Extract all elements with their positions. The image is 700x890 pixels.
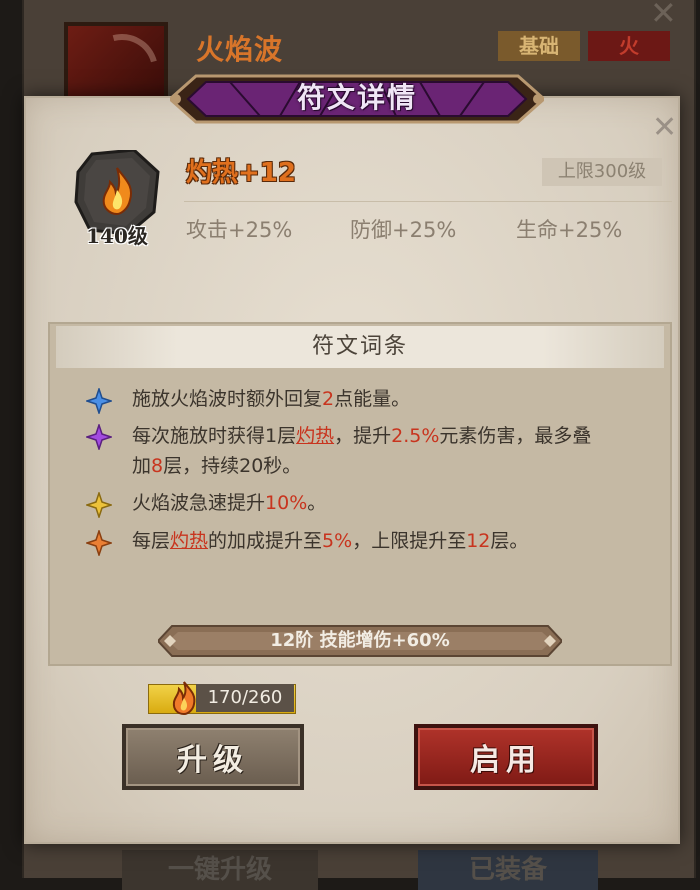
affix-3-value: 10% (265, 492, 308, 514)
affix-4-text-a: 每层 (132, 530, 171, 552)
background-close-icon: ✕ (650, 0, 677, 32)
affix-2-text-d: 加 (132, 455, 152, 477)
affix-4-text-b: 的加成提升至 (208, 530, 323, 552)
background-tag-basic: 基础 (498, 31, 580, 61)
rune-level: 140级 (86, 224, 148, 248)
affix-panel-title: 符文词条 (311, 334, 408, 359)
dialog-title: 符文详情 (296, 81, 417, 114)
affix-2-keyword[interactable]: 灼热 (296, 425, 334, 447)
affix-2-value-b: 8 (151, 455, 164, 477)
orange-star-icon (86, 530, 112, 556)
affix-4-value-b: 12 (466, 530, 491, 552)
affix-1-value: 2 (322, 388, 335, 410)
affix-3-text-b: 。 (307, 492, 327, 514)
affix-1-text-a: 施放火焰波时额外回复 (132, 388, 323, 410)
affix-3-text-a: 火焰波急速提升 (132, 492, 266, 514)
upgrade-button[interactable]: 升级 (122, 724, 304, 790)
background-equipped-button: 已装备 (418, 850, 598, 890)
affix-4-text-d: 层。 (490, 530, 529, 552)
level-cap-badge: 上限300级 (542, 158, 662, 186)
background-skill-name: 火焰波 (196, 33, 284, 66)
affix-2-text-b: ，提升 (334, 425, 392, 447)
affix-line-3: 火焰波急速提升10%。 (132, 488, 652, 518)
stat-attack: 攻击+25% (186, 218, 293, 242)
affix-2-text-c: 元素伤害，最多叠 (439, 425, 592, 447)
rune-name: 灼热+12 (186, 158, 296, 188)
affix-2-value-a: 2.5% (391, 425, 440, 447)
background-skill-icon (64, 22, 168, 102)
stat-life: 生命+25% (516, 218, 623, 242)
yellow-star-icon (86, 492, 112, 518)
background-upgrade-all-button: 一键升级 (122, 850, 318, 890)
affix-2-text-a: 每次施放时获得1层 (132, 425, 297, 447)
affix-4-keyword[interactable]: 灼热 (170, 530, 208, 552)
stat-defense: 防御+25% (350, 218, 457, 242)
stats-divider (184, 201, 672, 202)
affix-1-text-b: 点能量。 (334, 388, 411, 410)
background-tag-element: 火 (588, 31, 670, 61)
fire-essence-icon (172, 681, 196, 716)
blue-star-icon (86, 388, 112, 414)
affix-line-1: 施放火焰波时额外回复2点能量。 (132, 384, 652, 414)
affix-4-text-c: ，上限提升至 (352, 530, 467, 552)
close-icon[interactable]: ✕ (652, 110, 677, 145)
stage-bonus-text: 12阶 技能增伤+60% (270, 630, 450, 651)
material-amount: 170/260 (196, 684, 294, 712)
affix-line-4: 每层灼热的加成提升至5%，上限提升至12层。 (132, 526, 652, 556)
enable-button[interactable]: 启用 (414, 724, 598, 790)
affix-4-value-a: 5% (322, 530, 353, 552)
affix-line-2: 每次施放时获得1层灼热，提升2.5%元素伤害，最多叠加8层，持续20秒。 (132, 421, 652, 481)
affix-2-text-e: 层，持续20秒。 (163, 455, 302, 477)
purple-star-icon (86, 424, 112, 450)
